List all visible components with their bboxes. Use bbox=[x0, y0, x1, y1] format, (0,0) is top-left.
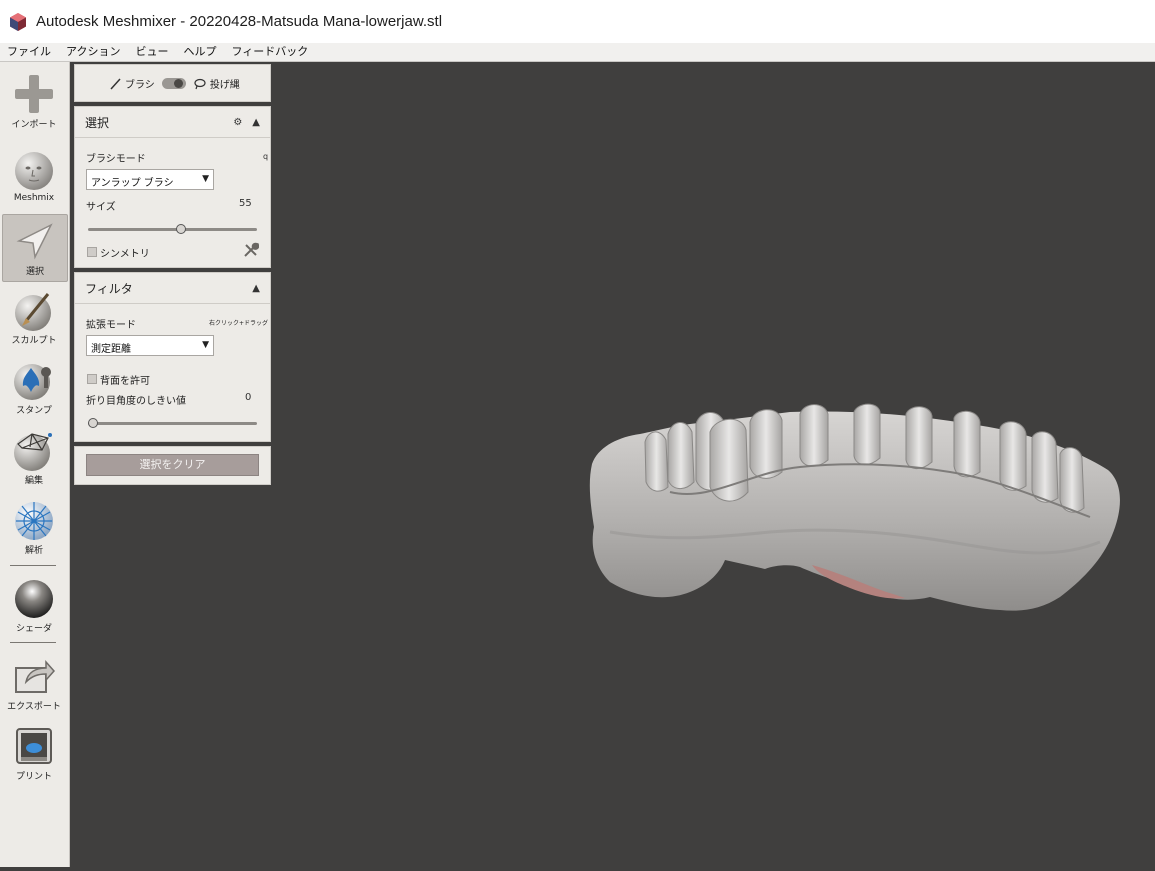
3d-viewport[interactable] bbox=[70, 62, 1155, 867]
tool-analysis[interactable]: 解析 bbox=[2, 494, 66, 560]
face-sphere-icon bbox=[15, 152, 53, 190]
toolbar-divider bbox=[10, 642, 56, 643]
tool-meshmix[interactable]: Meshmix bbox=[2, 144, 66, 210]
tool-stamp-label: スタンプ bbox=[16, 406, 52, 416]
tool-shader-label: シェーダ bbox=[15, 624, 52, 634]
menu-help[interactable]: ヘルプ bbox=[176, 43, 224, 61]
tool-import[interactable]: インポート bbox=[2, 68, 66, 134]
tool-select-label: 選択 bbox=[25, 267, 44, 277]
title-bar: Autodesk Meshmixer - 20220428-Matsuda Ma… bbox=[0, 0, 1155, 43]
plus-icon bbox=[15, 75, 53, 113]
print-icon bbox=[16, 728, 52, 764]
export-icon bbox=[15, 660, 56, 693]
window-title: Autodesk Meshmixer - 20220428-Matsuda Ma… bbox=[36, 13, 443, 30]
tool-select[interactable]: 選択 bbox=[2, 214, 68, 282]
tool-meshmix-label: Meshmix bbox=[13, 193, 55, 203]
tool-export[interactable]: エクスポート bbox=[2, 650, 66, 716]
stamp-icon bbox=[14, 364, 51, 400]
tool-stamp[interactable]: スタンプ bbox=[2, 354, 66, 420]
menu-file[interactable]: ファイル bbox=[0, 43, 59, 61]
menu-bar: ファイル アクション ビュー ヘルプ フィードバック bbox=[0, 43, 1155, 62]
tool-analysis-label: 解析 bbox=[24, 546, 43, 556]
toolbar-divider bbox=[10, 565, 56, 566]
analysis-icon bbox=[15, 502, 53, 540]
jaw-model[interactable] bbox=[70, 62, 1155, 867]
tool-edit-label: 編集 bbox=[24, 476, 43, 486]
tool-sidebar: インポート Meshmix 選択 スカルプト スタンプ 編集 解析 シェーダ エ… bbox=[0, 62, 70, 867]
brush-sphere-icon bbox=[15, 293, 51, 331]
menu-action[interactable]: アクション bbox=[59, 43, 128, 61]
tool-sculpt-label: スカルプト bbox=[11, 336, 57, 346]
tool-sculpt[interactable]: スカルプト bbox=[2, 284, 66, 350]
select-arrow-icon bbox=[16, 223, 53, 260]
menu-view[interactable]: ビュー bbox=[128, 43, 176, 61]
tool-edit[interactable]: 編集 bbox=[2, 424, 66, 490]
meshmixer-logo-icon bbox=[10, 12, 26, 31]
menu-feedback[interactable]: フィードバック bbox=[224, 43, 316, 61]
tool-export-label: エクスポート bbox=[7, 702, 61, 712]
tool-shader[interactable]: シェーダ bbox=[2, 572, 66, 638]
tool-print-label: プリント bbox=[15, 772, 52, 782]
edit-mesh-icon bbox=[14, 433, 52, 471]
shader-sphere-icon bbox=[15, 580, 53, 618]
tool-print[interactable]: プリント bbox=[2, 720, 66, 786]
tool-import-label: インポート bbox=[11, 120, 57, 130]
